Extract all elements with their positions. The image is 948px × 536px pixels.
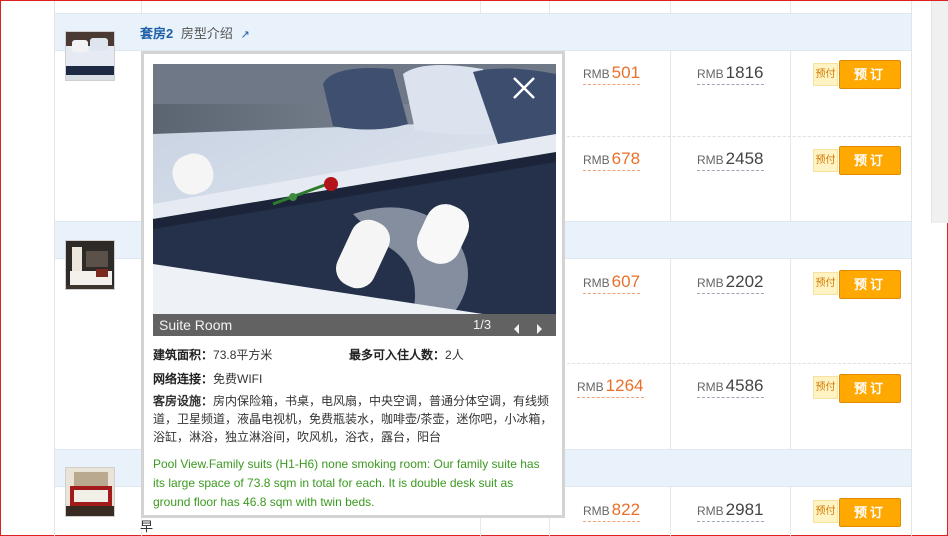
- room-thumbnail[interactable]: [65, 467, 115, 517]
- prepay-badge: 预付: [813, 63, 838, 86]
- room-intro-link[interactable]: 房型介绍: [181, 26, 233, 41]
- book-button[interactable]: 预订: [839, 498, 901, 527]
- breakfast-text: 早: [140, 519, 154, 534]
- page-scrollbar[interactable]: [931, 1, 948, 223]
- room-info-popup: Suite Room 1/3 建筑面积：73.8平方米 最多可入住人数：2人 网…: [141, 51, 565, 518]
- room-thumbnail[interactable]: [65, 31, 115, 81]
- network-info: 网络连接：免费WIFI: [153, 372, 263, 386]
- close-icon[interactable]: [510, 74, 538, 102]
- area-info: 建筑面积：73.8平方米: [153, 348, 273, 362]
- prepay-badge: 预付: [813, 500, 838, 523]
- book-button[interactable]: 预订: [839, 374, 901, 403]
- room-description: Pool View.Family suits (H1-H6) none smok…: [153, 457, 540, 509]
- book-button[interactable]: 预订: [839, 146, 901, 175]
- daily-price[interactable]: RMB 607: [583, 272, 641, 294]
- photo-caption-bar: Suite Room 1/3: [153, 314, 556, 336]
- total-price[interactable]: RMB 2458: [697, 149, 764, 171]
- prepay-badge: 预付: [813, 376, 838, 399]
- photo-caption: Suite Room: [159, 317, 233, 333]
- prepay-badge: 预付: [813, 272, 838, 295]
- book-button[interactable]: 预订: [839, 270, 901, 299]
- total-price[interactable]: RMB 4586: [697, 376, 764, 398]
- room-thumbnail[interactable]: [65, 240, 115, 290]
- room-photo: [153, 64, 556, 314]
- next-arrow-icon[interactable]: [533, 319, 545, 334]
- daily-price[interactable]: RMB 1264: [577, 376, 644, 398]
- prev-arrow-icon[interactable]: [511, 319, 523, 334]
- external-link-icon: ↗: [240, 29, 250, 41]
- daily-price[interactable]: RMB 822: [583, 500, 641, 522]
- daily-price[interactable]: RMB 678: [583, 149, 641, 171]
- room-title[interactable]: 套房2 房型介绍 ↗: [140, 23, 250, 42]
- room-name[interactable]: 套房2: [140, 26, 173, 41]
- prepay-badge: 预付: [813, 149, 838, 172]
- photo-counter: 1/3: [473, 317, 492, 332]
- occupancy-info: 最多可入住人数：2人: [349, 348, 464, 362]
- total-price[interactable]: RMB 1816: [697, 63, 764, 85]
- daily-price[interactable]: RMB 501: [583, 63, 641, 85]
- total-price[interactable]: RMB 2202: [697, 272, 764, 294]
- book-button[interactable]: 预订: [839, 60, 901, 89]
- total-price[interactable]: RMB 2981: [697, 500, 764, 522]
- facilities-info: 客房设施：房内保险箱，书桌，电风扇，中央空调，普通分体空调，有线频道，卫星频道，…: [153, 394, 553, 444]
